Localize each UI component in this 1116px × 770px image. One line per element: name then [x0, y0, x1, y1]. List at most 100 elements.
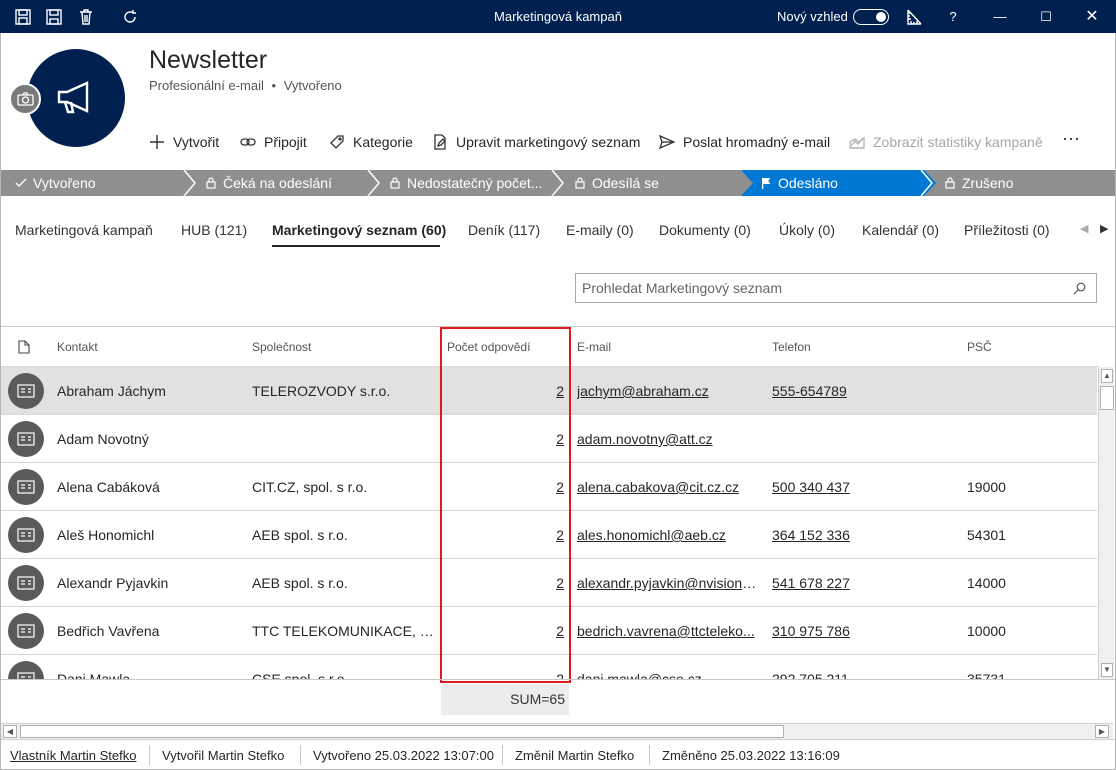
cell-phone[interactable]: 541 678 227	[772, 575, 957, 591]
cell-phone[interactable]: 310 975 786	[772, 623, 957, 639]
create-button[interactable]: Vytvořit	[149, 132, 219, 152]
cell-responses[interactable]: 2	[447, 383, 564, 399]
tab-tasks[interactable]: Úkoly (0)	[779, 222, 835, 238]
cell-contact[interactable]: Alena Cabáková	[57, 479, 242, 495]
help-button[interactable]: ?	[933, 0, 973, 33]
footer-separator	[649, 745, 650, 765]
table-row[interactable]: Alexandr Pyjavkin AEB spol. s r.o. 2 ale…	[1, 559, 1097, 607]
title-bar: Marketingová kampaň Nový vzhled ? — ☐ ✕	[0, 0, 1116, 33]
tab-journal[interactable]: Deník (117)	[468, 222, 540, 238]
new-look-label: Nový vzhled	[777, 9, 848, 24]
cell-email[interactable]: jachym@abraham.cz	[577, 383, 762, 399]
stage-cancelled[interactable]: Zrušeno	[944, 170, 1013, 196]
horizontal-scrollbar[interactable]: ◀ ▶	[1, 723, 1113, 739]
cell-email[interactable]: alena.cabakova@cit.cz.cz	[577, 479, 762, 495]
tab-marketing-list[interactable]: Marketingový seznam (60)	[272, 222, 446, 238]
cell-email[interactable]: alexandr.pyjavkin@nvisioncz...	[577, 575, 762, 591]
table-row[interactable]: Adam Novotný 2 adam.novotny@att.cz	[1, 415, 1097, 463]
cell-phone[interactable]: 555-654789	[772, 383, 957, 399]
maximize-button[interactable]: ☐	[1026, 0, 1066, 33]
tab-documents[interactable]: Dokumenty (0)	[659, 222, 751, 238]
contact-card-icon	[8, 565, 44, 601]
cell-responses[interactable]: 2	[447, 623, 564, 639]
category-button[interactable]: Kategorie	[329, 132, 413, 152]
trash-icon[interactable]	[77, 8, 95, 26]
stage-insufficient[interactable]: Nedostatečný počet...	[389, 170, 542, 196]
column-header-email[interactable]: E-mail	[577, 340, 611, 354]
cell-phone[interactable]: 500 340 437	[772, 479, 957, 495]
stage-created[interactable]: Vytvořeno	[15, 170, 96, 196]
footer-separator	[149, 745, 150, 765]
cell-contact[interactable]: Dani Mawla	[57, 671, 242, 679]
column-header-contact[interactable]: Kontakt	[57, 340, 98, 354]
column-header-company[interactable]: Společnost	[252, 340, 311, 354]
cell-contact[interactable]: Abraham Jáchym	[57, 383, 242, 399]
column-header-phone[interactable]: Telefon	[772, 340, 811, 354]
cell-phone[interactable]: 292 705 211	[772, 671, 957, 679]
cell-responses[interactable]: 2	[447, 575, 564, 591]
tab-marketing-campaign[interactable]: Marketingová kampaň	[15, 222, 153, 238]
new-look-toggle[interactable]	[853, 9, 889, 25]
cell-responses[interactable]: 2	[447, 431, 564, 447]
show-campaign-stats-button[interactable]: Zobrazit statistiky kampaně	[849, 132, 1043, 152]
lock-icon	[945, 177, 955, 189]
stats-icon	[849, 136, 865, 149]
responses-sum: SUM=65	[441, 684, 569, 715]
edit-list-icon	[434, 134, 446, 150]
tab-scroll-right-icon[interactable]: ▶	[1100, 222, 1108, 235]
cell-email[interactable]: dani.mawla@cse.cz	[577, 671, 762, 679]
tab-hub[interactable]: HUB (121)	[181, 222, 247, 238]
close-button[interactable]: ✕	[1072, 0, 1112, 33]
search-input[interactable]	[582, 280, 1062, 296]
ruler-icon[interactable]	[905, 8, 923, 26]
tab-scroll-left-icon[interactable]: ◀	[1080, 222, 1088, 235]
scroll-up-icon[interactable]: ▲	[1101, 369, 1113, 383]
cell-contact[interactable]: Alexandr Pyjavkin	[57, 575, 242, 591]
save-close-icon[interactable]	[14, 8, 32, 26]
footer-modified-on: Změněno 25.03.2022 13:16:09	[662, 748, 840, 763]
cell-contact[interactable]: Adam Novotný	[57, 431, 242, 447]
table-row[interactable]: Alena Cabáková CIT.CZ, spol. s r.o. 2 al…	[1, 463, 1097, 511]
column-header-responses[interactable]: Počet odpovědí	[447, 340, 530, 354]
footer-owner[interactable]: Vlastník Martin Stefko	[10, 748, 136, 763]
stage-sent[interactable]: Odesláno	[760, 170, 838, 196]
cell-email[interactable]: adam.novotny@att.cz	[577, 431, 762, 447]
connect-button[interactable]: Připojit	[240, 132, 307, 152]
column-header-zip[interactable]: PSČ	[967, 340, 992, 354]
refresh-icon[interactable]	[121, 8, 139, 26]
table-row[interactable]: Abraham Jáchym TELEROZVODY s.r.o. 2 jach…	[1, 367, 1097, 415]
minimize-button[interactable]: —	[980, 0, 1020, 33]
search-box[interactable]	[575, 273, 1097, 303]
more-commands-icon[interactable]: ···	[1062, 128, 1080, 148]
tab-emails[interactable]: E-maily (0)	[566, 222, 634, 238]
cell-contact[interactable]: Bedřich Vavřena	[57, 623, 242, 639]
edit-marketing-list-button[interactable]: Upravit marketingový seznam	[432, 132, 640, 152]
camera-icon[interactable]	[9, 83, 41, 115]
save-icon[interactable]	[45, 8, 63, 26]
stage-separator	[182, 170, 196, 196]
lock-icon	[575, 177, 585, 189]
vertical-scroll-thumb[interactable]	[1100, 386, 1114, 410]
scroll-right-icon[interactable]: ▶	[1095, 725, 1109, 738]
table-row[interactable]: Aleš Honomichl AEB spol. s r.o. 2 ales.h…	[1, 511, 1097, 559]
cell-responses[interactable]: 2	[447, 671, 564, 679]
stage-waiting[interactable]: Čeká na odeslání	[205, 170, 332, 196]
table-row[interactable]: Bedřich Vavřena TTC TELEKOMUNIKACE, s.r.…	[1, 607, 1097, 655]
vertical-scrollbar[interactable]: ▲ ▼	[1098, 367, 1114, 679]
tab-calendar[interactable]: Kalendář (0)	[862, 222, 939, 238]
cell-email[interactable]: bedrich.vavrena@ttcteleko...	[577, 623, 762, 639]
search-icon[interactable]	[1073, 282, 1086, 295]
cell-responses[interactable]: 2	[447, 479, 564, 495]
check-icon	[15, 178, 27, 187]
cell-contact[interactable]: Aleš Honomichl	[57, 527, 242, 543]
horizontal-scroll-thumb[interactable]	[20, 725, 784, 738]
stage-sending[interactable]: Odesílá se	[574, 170, 659, 196]
tab-opportunities[interactable]: Příležitosti (0)	[964, 222, 1050, 238]
cell-email[interactable]: ales.honomichl@aeb.cz	[577, 527, 762, 543]
cell-phone[interactable]: 364 152 336	[772, 527, 957, 543]
scroll-left-icon[interactable]: ◀	[3, 725, 17, 738]
cell-responses[interactable]: 2	[447, 527, 564, 543]
send-bulk-email-button[interactable]: Poslat hromadný e-mail	[659, 132, 830, 152]
table-row[interactable]: Dani Mawla CSE spol. s r.o. 2 dani.mawla…	[1, 655, 1097, 679]
scroll-down-icon[interactable]: ▼	[1101, 663, 1113, 677]
